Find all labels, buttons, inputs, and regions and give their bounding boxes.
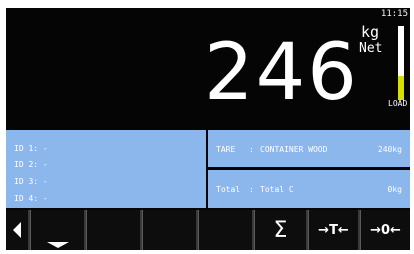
sigma-icon: Σ [273,217,288,243]
weight-readout: 246 [204,28,359,118]
back-arrow-icon [13,222,21,238]
softkey-4[interactable] [198,210,252,250]
weight-mode: Net [359,41,383,56]
back-button[interactable] [6,210,28,250]
tare-value: 240kg [377,145,402,154]
id-row-1: ID 1: - [14,144,48,153]
zero-key[interactable]: →0← [360,210,410,250]
id-row-3: ID 3: - [14,177,48,186]
total-name: Total C [260,185,294,194]
softkey-1[interactable] [30,210,84,250]
scale-display: 11:15 246 kg Net LOAD ID 1: - ID 2: - ID… [6,8,410,250]
total-label: Total [216,185,241,194]
total-box: Total : Total C 0kg [208,170,410,208]
softkey-2[interactable] [86,210,140,250]
load-bar-fill [398,75,404,100]
tare-label: TARE [216,145,236,154]
zero-icon: →0← [370,222,401,238]
total-value: 0kg [387,185,402,194]
id-row-4: ID 4: - [14,194,48,203]
id-panel: ID 1: - ID 2: - ID 3: - ID 4: - [6,130,206,208]
softkey-3[interactable] [142,210,196,250]
info-panel: TARE : CONTAINER WOOD 240kg Total : Tota… [208,130,410,208]
sum-key[interactable]: Σ [254,210,306,250]
clock: 11:15 [380,9,408,19]
total-separator: : [249,185,254,194]
underline-chevron-icon [46,242,69,248]
tare-icon: →T← [318,222,349,238]
weight-unit: kg [361,23,380,41]
tare-box: TARE : CONTAINER WOOD 240kg [208,130,410,167]
load-label: LOAD [388,99,408,108]
tare-separator: : [249,145,254,154]
id-row-2: ID 2: - [14,160,48,169]
tare-name: CONTAINER WOOD [260,145,328,154]
load-bar [398,26,404,100]
softkey-bar: Σ →T← →0← [6,210,410,250]
tare-key[interactable]: →T← [308,210,358,250]
